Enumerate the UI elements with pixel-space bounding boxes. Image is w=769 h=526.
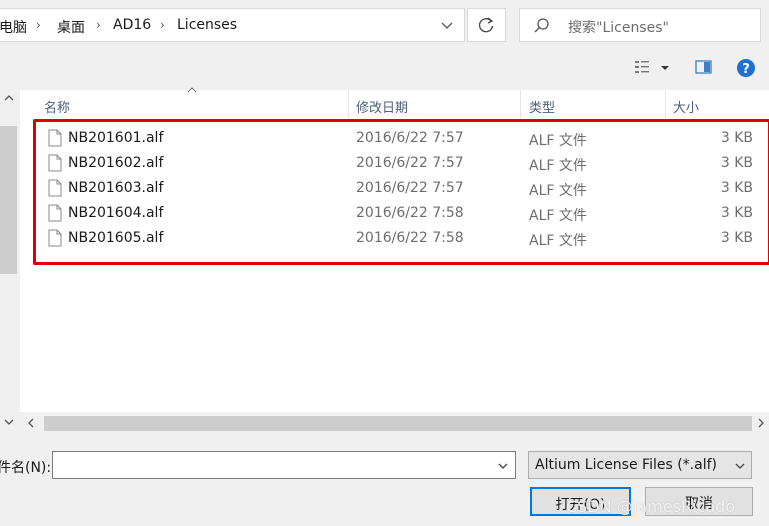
help-icon[interactable]: ? [736, 58, 756, 78]
column-header-size[interactable]: 大小 [673, 97, 699, 116]
column-header-date[interactable]: 修改日期 [356, 97, 408, 116]
toolbar: ? [0, 48, 769, 88]
filetype-select[interactable]: Altium License Files (*.alf) [528, 451, 752, 479]
sort-ascending-icon [187, 87, 197, 93]
chevron-down-icon [735, 463, 745, 469]
filename-input[interactable] [52, 451, 516, 479]
highlight-annotation-box [33, 119, 769, 265]
column-header-name[interactable]: 名称 [44, 97, 70, 116]
scroll-left-icon[interactable] [25, 417, 37, 429]
breadcrumb-separator-icon[interactable]: › [160, 18, 165, 32]
scroll-right-icon[interactable] [755, 417, 767, 429]
scroll-down-icon[interactable] [3, 416, 15, 428]
breadcrumb-licenses[interactable]: Licenses [177, 17, 237, 33]
breadcrumb-separator-icon[interactable]: › [36, 18, 41, 32]
watermark-text: CSDN @JamesRicado [566, 497, 736, 516]
breadcrumb-separator-icon[interactable]: › [96, 18, 101, 32]
filetype-selected: Altium License Files (*.alf) [535, 457, 717, 473]
horizontal-scroll-thumb[interactable] [44, 416, 752, 431]
breadcrumb-ad16[interactable]: AD16 [113, 17, 151, 33]
chevron-down-icon[interactable] [497, 460, 509, 472]
refresh-icon [478, 17, 494, 33]
search-box[interactable]: 搜索"Licenses" [519, 8, 761, 42]
breadcrumb-desktop[interactable]: 桌面 [57, 17, 85, 37]
search-input[interactable]: 搜索"Licenses" [568, 17, 669, 37]
view-options-icon[interactable] [633, 58, 673, 78]
svg-text:?: ? [742, 62, 750, 77]
address-bar[interactable]: 电脑 › 桌面 › AD16 › Licenses [0, 8, 465, 42]
scroll-up-icon[interactable] [3, 92, 15, 104]
column-header-type[interactable]: 类型 [529, 97, 555, 116]
column-divider[interactable] [520, 90, 521, 120]
filename-label: 件名(N): [0, 460, 52, 476]
breadcrumb-pc[interactable]: 电脑 [0, 17, 27, 37]
address-history-dropdown[interactable] [430, 8, 464, 42]
preview-pane-icon[interactable] [695, 60, 713, 76]
refresh-button[interactable] [467, 8, 506, 42]
column-divider[interactable] [348, 90, 349, 120]
chevron-down-icon [441, 22, 453, 29]
search-icon [534, 18, 549, 33]
column-divider[interactable] [665, 90, 666, 120]
vertical-scroll-thumb[interactable] [0, 126, 17, 274]
